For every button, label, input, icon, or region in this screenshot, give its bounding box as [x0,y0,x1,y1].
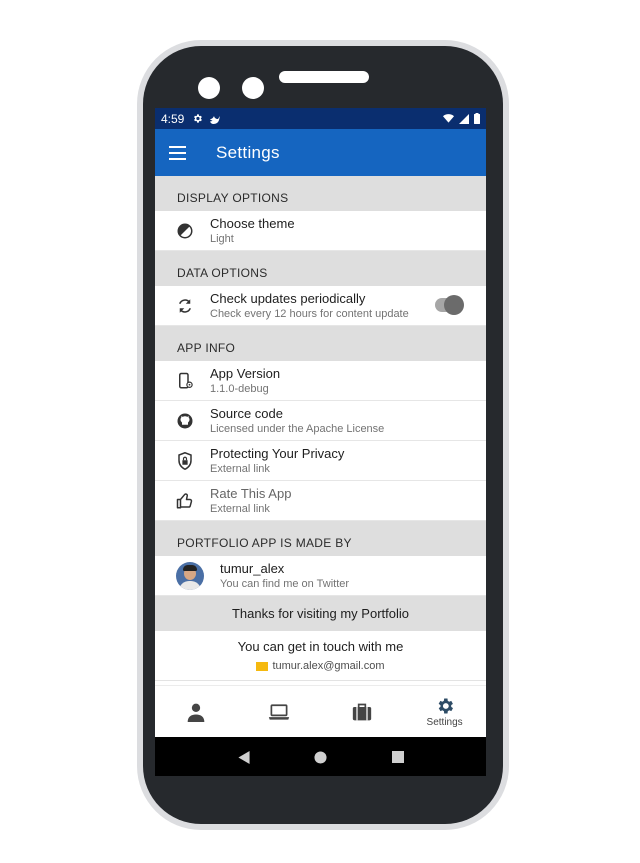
section-header-display: DISPLAY OPTIONS [155,176,486,211]
app-bar: Settings [155,129,486,176]
toggle-knob [444,295,464,315]
theme-icon [175,221,195,241]
envelope-icon [256,661,269,671]
gear-icon [438,698,453,713]
avatar [176,561,204,590]
nav-projects[interactable] [238,686,321,737]
phone-speaker [279,71,369,83]
thanks-banner: Thanks for visiting my Portfolio [155,596,486,631]
check-updates-toggle[interactable] [435,295,464,315]
nav-experience[interactable] [321,686,404,737]
author-item[interactable]: tumur_alex You can find me on Twitter [155,556,486,596]
github-icon [175,411,195,431]
app-version-value: 1.1.0-debug [210,383,269,395]
settings-notification-icon [192,113,203,124]
app-version-item[interactable]: App Version 1.1.0-debug [155,361,486,401]
privacy-title: Protecting Your Privacy [210,446,345,461]
settings-list: DISPLAY OPTIONS Choose theme Light DATA … [155,176,486,685]
nav-settings-label: Settings [426,716,463,728]
contact-block: You can get in touch with me tumur.alex@… [155,631,486,681]
choose-theme-item[interactable]: Choose theme Light [155,211,486,251]
system-navigation-bar [155,737,486,776]
recents-button[interactable] [388,747,408,767]
wifi-icon [443,114,454,123]
briefcase-icon [352,703,372,720]
nav-profile[interactable] [155,686,238,737]
contact-heading: You can get in touch with me [237,639,404,654]
shield-lock-icon [175,451,195,471]
rate-app-subtitle: External link [210,503,270,515]
status-indicators [443,113,480,124]
section-header-app-info: APP INFO [155,326,486,361]
recents-square-icon [391,751,404,763]
bottom-navigation: Settings [155,685,486,737]
status-time: 4:59 [161,111,185,126]
source-code-subtitle: Licensed under the Apache License [210,423,385,435]
front-sensor [242,77,264,99]
privacy-item[interactable]: Protecting Your Privacy External link [155,441,486,481]
section-header-made-by: PORTFOLIO APP IS MADE BY [155,521,486,556]
sync-icon [175,296,195,316]
app-version-title: App Version [210,366,281,381]
menu-icon[interactable] [169,143,189,163]
check-updates-title: Check updates periodically [210,291,366,306]
thumbs-up-icon [175,491,195,511]
page-title: Settings [216,142,280,162]
check-updates-subtitle: Check every 12 hours for content update [210,308,409,320]
source-code-title: Source code [210,406,283,421]
source-code-item[interactable]: Source code Licensed under the Apache Li… [155,401,486,441]
battery-icon [474,113,480,124]
status-bar: 4:59 [155,108,486,129]
back-button[interactable] [234,747,254,767]
email-address[interactable]: tumur.alex@gmail.com [272,660,384,672]
theme-value: Light [210,233,234,245]
section-header-data: DATA OPTIONS [155,251,486,286]
person-icon [188,703,205,722]
author-subtitle: You can find me on Twitter [220,578,350,590]
home-circle-icon [314,750,327,764]
rate-app-item[interactable]: Rate This App External link [155,481,486,521]
rate-app-title: Rate This App [210,486,292,501]
author-name: tumur_alex [220,561,285,576]
bird-notification-icon [209,113,221,124]
privacy-subtitle: External link [210,463,270,475]
phone-settings-icon [175,371,195,391]
front-camera [198,77,220,99]
home-button[interactable] [311,747,331,767]
device-screen: 4:59 Settings DISPLAY OPTIONS Choose the… [155,108,486,776]
check-updates-item[interactable]: Check updates periodically Check every 1… [155,286,486,326]
signal-icon [459,113,469,124]
nav-settings[interactable]: Settings [403,686,486,737]
laptop-icon [268,703,290,720]
back-triangle-icon [237,750,250,764]
theme-title: Choose theme [210,216,295,231]
email-link-row[interactable]: tumur.alex@gmail.com [155,660,486,672]
